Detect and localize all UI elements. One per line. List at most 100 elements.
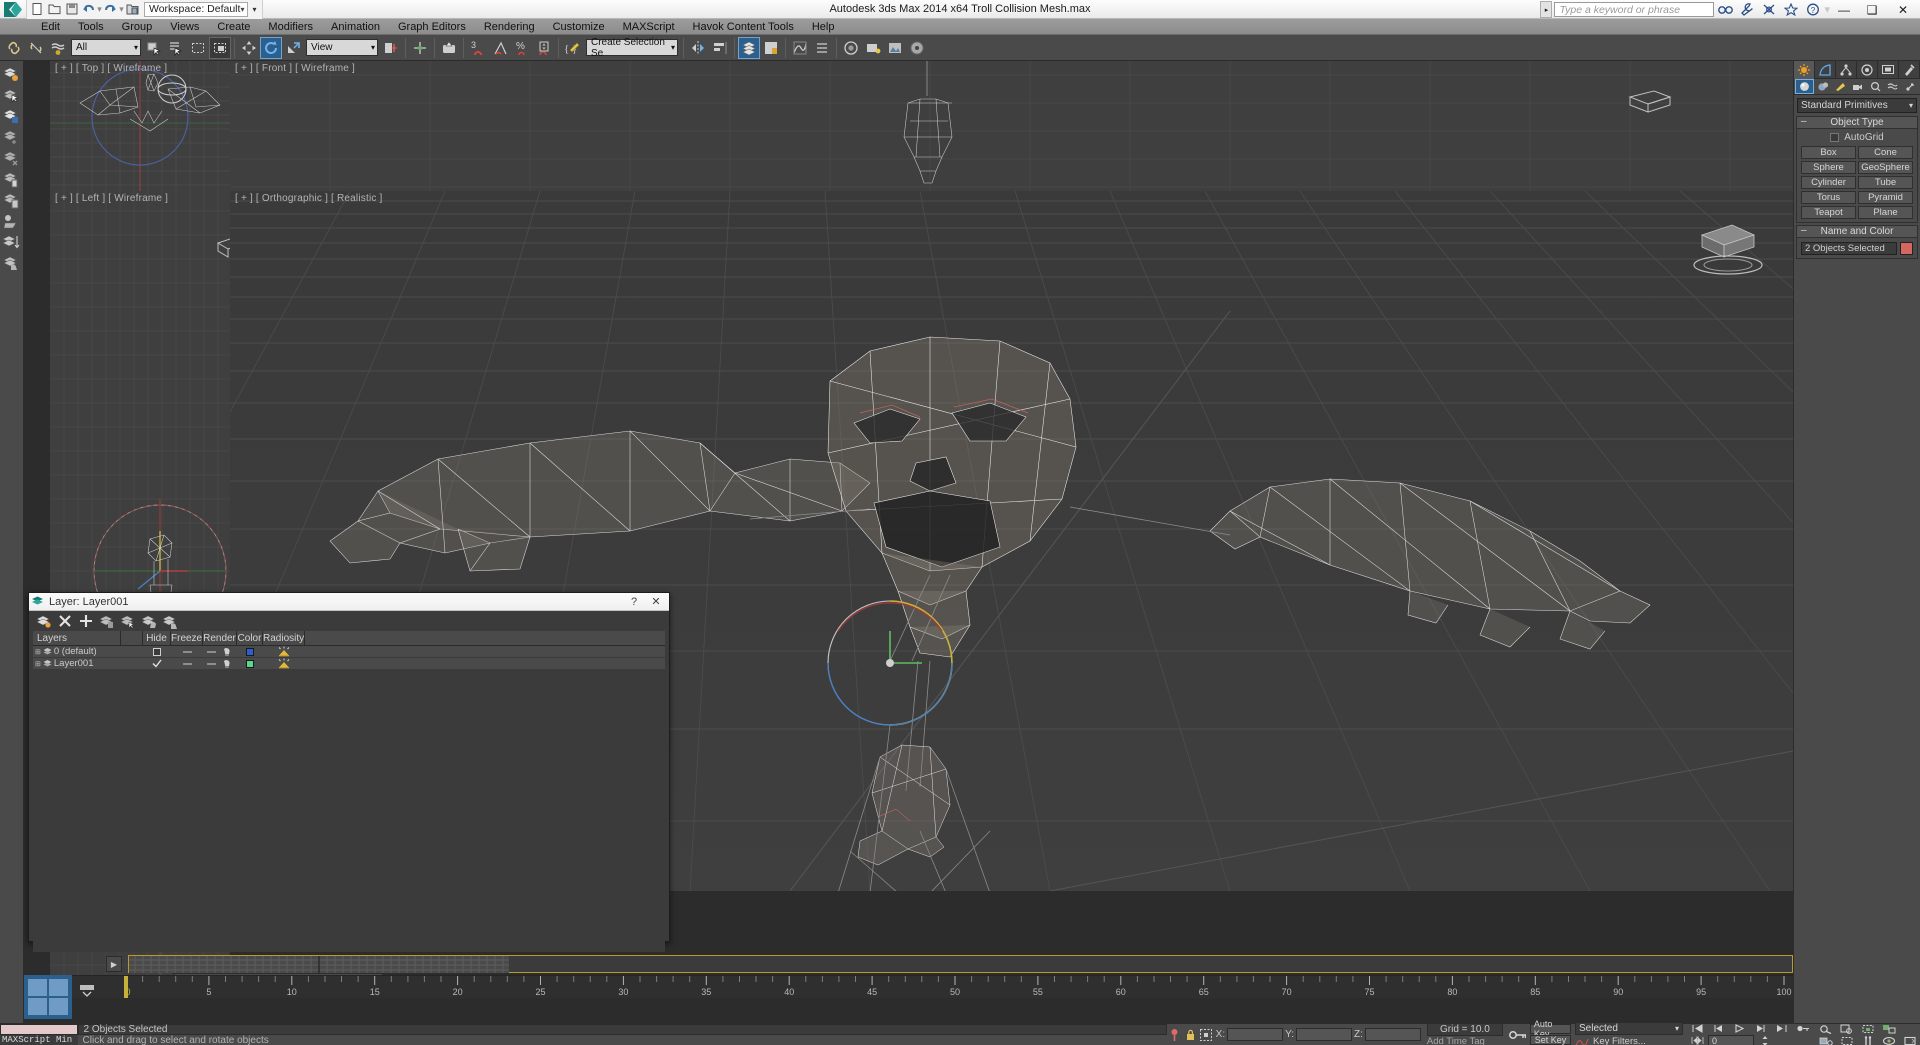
create-box-button[interactable]: Box <box>1801 146 1856 159</box>
set-key-button[interactable]: Set Key <box>1530 1035 1571 1045</box>
layer-name-cell[interactable]: ⊞ 0 (default) <box>33 646 121 658</box>
x-field[interactable] <box>1227 1028 1283 1041</box>
search-scene-icon[interactable] <box>1714 0 1736 19</box>
tab-create[interactable] <box>1794 61 1815 79</box>
wrench-icon[interactable] <box>1736 0 1758 19</box>
material-editor-button[interactable] <box>840 37 862 59</box>
select-objects-in-layer-icon[interactable] <box>0 84 22 105</box>
percent-snap-toggle-button[interactable]: % <box>511 37 533 59</box>
create-cylinder-button[interactable]: Cylinder <box>1801 176 1856 189</box>
systems-button[interactable] <box>1902 79 1919 94</box>
menu-item-modifiers[interactable]: Modifiers <box>259 19 322 35</box>
expand-icon[interactable]: ⊞ <box>35 648 41 656</box>
lock-selection-icon[interactable] <box>1182 1025 1198 1045</box>
cameras-button[interactable] <box>1849 79 1866 94</box>
frame-spinner[interactable] <box>1754 1035 1775 1045</box>
minimize-button[interactable]: — <box>1830 0 1858 19</box>
menu-item-rendering[interactable]: Rendering <box>475 19 544 35</box>
space-warps-button[interactable] <box>1884 79 1901 94</box>
menu-item-customize[interactable]: Customize <box>544 19 614 35</box>
menu-item-group[interactable]: Group <box>113 19 162 35</box>
radiosity-cell[interactable] <box>263 646 305 658</box>
menu-item-maxscript[interactable]: MAXScript <box>614 19 684 35</box>
track-bar[interactable] <box>128 955 1793 973</box>
freeze-toggle-cell[interactable] <box>171 658 203 670</box>
geometry-button[interactable] <box>1795 79 1814 94</box>
current-layer-cell[interactable] <box>143 658 171 670</box>
new-icon[interactable] <box>29 1 46 18</box>
maxscript-mini-listener[interactable]: MAXScript Min <box>0 1024 78 1045</box>
goto-start-button[interactable] <box>1687 1023 1708 1034</box>
3dsmax-logo-icon[interactable] <box>0 0 26 19</box>
window-crossing-button[interactable] <box>209 37 231 59</box>
key-step-button[interactable] <box>1687 1035 1708 1045</box>
set-project-folder-icon[interactable] <box>124 1 141 18</box>
maxscript-input-line[interactable] <box>0 1024 78 1035</box>
key-toggle-icon[interactable] <box>1509 1025 1526 1045</box>
zoom-extents-all-button[interactable] <box>1878 1023 1899 1034</box>
create-geosphere-button[interactable]: GeoSphere <box>1858 161 1913 174</box>
viewport-front[interactable]: [ + ] [ Front ] [ Wireframe ] <box>230 61 1793 191</box>
menu-item-views[interactable]: Views <box>161 19 208 35</box>
create-tube-button[interactable]: Tube <box>1858 176 1913 189</box>
save-icon[interactable] <box>63 1 80 18</box>
z-field[interactable] <box>1365 1028 1421 1041</box>
edit-named-selection-sets-button[interactable]: { } <box>562 37 584 59</box>
helpers-button[interactable] <box>1867 79 1884 94</box>
hide-unhide-layer-icon[interactable] <box>139 612 158 630</box>
layer-dialog[interactable]: Layer: Layer001 ? ✕ Layers <box>28 592 670 942</box>
isolate-selection-icon[interactable] <box>1167 1025 1183 1045</box>
unlink-selection-button[interactable] <box>25 37 47 59</box>
viewport-layout-button[interactable] <box>24 975 72 1019</box>
add-time-tag[interactable]: Add Time Tag <box>1427 1037 1503 1045</box>
select-objects-in-highlighted-layers-icon[interactable] <box>97 612 116 630</box>
add-selected-objects-to-layer-icon[interactable] <box>76 612 95 630</box>
menu-item-help[interactable]: Help <box>803 19 844 35</box>
goto-end-button[interactable] <box>1771 1023 1792 1034</box>
hide-toggle-cell[interactable] <box>143 646 171 658</box>
layer-manager-button[interactable] <box>738 37 760 59</box>
menu-item-animation[interactable]: Animation <box>322 19 389 35</box>
tab-display[interactable] <box>1878 61 1899 79</box>
workspace-selector[interactable]: Workspace: Default ▾ <box>144 2 248 17</box>
object-name-field[interactable]: 2 Objects Selected <box>1801 242 1897 255</box>
field-of-view-button[interactable] <box>1815 1035 1836 1045</box>
select-and-rotate-button[interactable] <box>260 37 282 59</box>
create-sphere-button[interactable]: Sphere <box>1801 161 1856 174</box>
reference-coordinate-system-dropdown[interactable]: View ▾ <box>306 39 378 56</box>
select-and-move-button[interactable] <box>238 37 260 59</box>
restore-button[interactable]: ❑ <box>1858 0 1886 19</box>
snaps-toggle-button[interactable]: 3 <box>467 37 489 59</box>
play-animation-button[interactable] <box>1729 1023 1750 1034</box>
favorites-star-icon[interactable] <box>1780 0 1802 19</box>
table-row[interactable]: ⊞ 0 (default) <box>33 646 665 658</box>
zoom-button[interactable] <box>1815 1023 1836 1034</box>
set-key-filters-icon[interactable] <box>74 980 100 1000</box>
create-new-layer-icon[interactable] <box>34 612 53 630</box>
table-row[interactable]: ⊞ Layer001 <box>33 658 665 670</box>
render-setup-button[interactable] <box>862 37 884 59</box>
object-type-header[interactable]: – Object Type <box>1796 116 1918 129</box>
hide-checkbox[interactable] <box>153 648 161 656</box>
layer-color-swatch[interactable] <box>246 648 254 656</box>
layer-color-swatch[interactable] <box>246 660 254 668</box>
copy-layer-icon[interactable] <box>0 168 22 189</box>
select-and-scale-button[interactable] <box>282 37 304 59</box>
freeze-unfreeze-layer-icon[interactable] <box>160 612 179 630</box>
search-expand-arrow-icon[interactable]: ▸ <box>1540 1 1552 18</box>
rectangular-selection-region-button[interactable] <box>187 37 209 59</box>
bind-to-space-warp-button[interactable] <box>47 37 69 59</box>
timeline-ruler[interactable]: 5101520253035404550556065707580859095100… <box>24 975 1793 997</box>
help-button[interactable]: ? <box>623 593 645 610</box>
close-button[interactable]: ✕ <box>1886 0 1920 19</box>
expand-icon[interactable]: ⊞ <box>35 660 41 668</box>
toggle-scene-explorer-button[interactable] <box>760 37 782 59</box>
render-toggle-cell[interactable] <box>203 646 237 658</box>
redo-icon[interactable] <box>102 1 119 18</box>
qat-overflow-icon[interactable]: ▾ <box>248 5 260 14</box>
shapes-button[interactable] <box>1814 79 1831 94</box>
set-current-layer-icon[interactable] <box>0 252 22 273</box>
walkthrough-button[interactable] <box>1857 1035 1878 1045</box>
hand-tool-icon[interactable] <box>1758 0 1780 19</box>
y-field[interactable] <box>1296 1028 1352 1041</box>
